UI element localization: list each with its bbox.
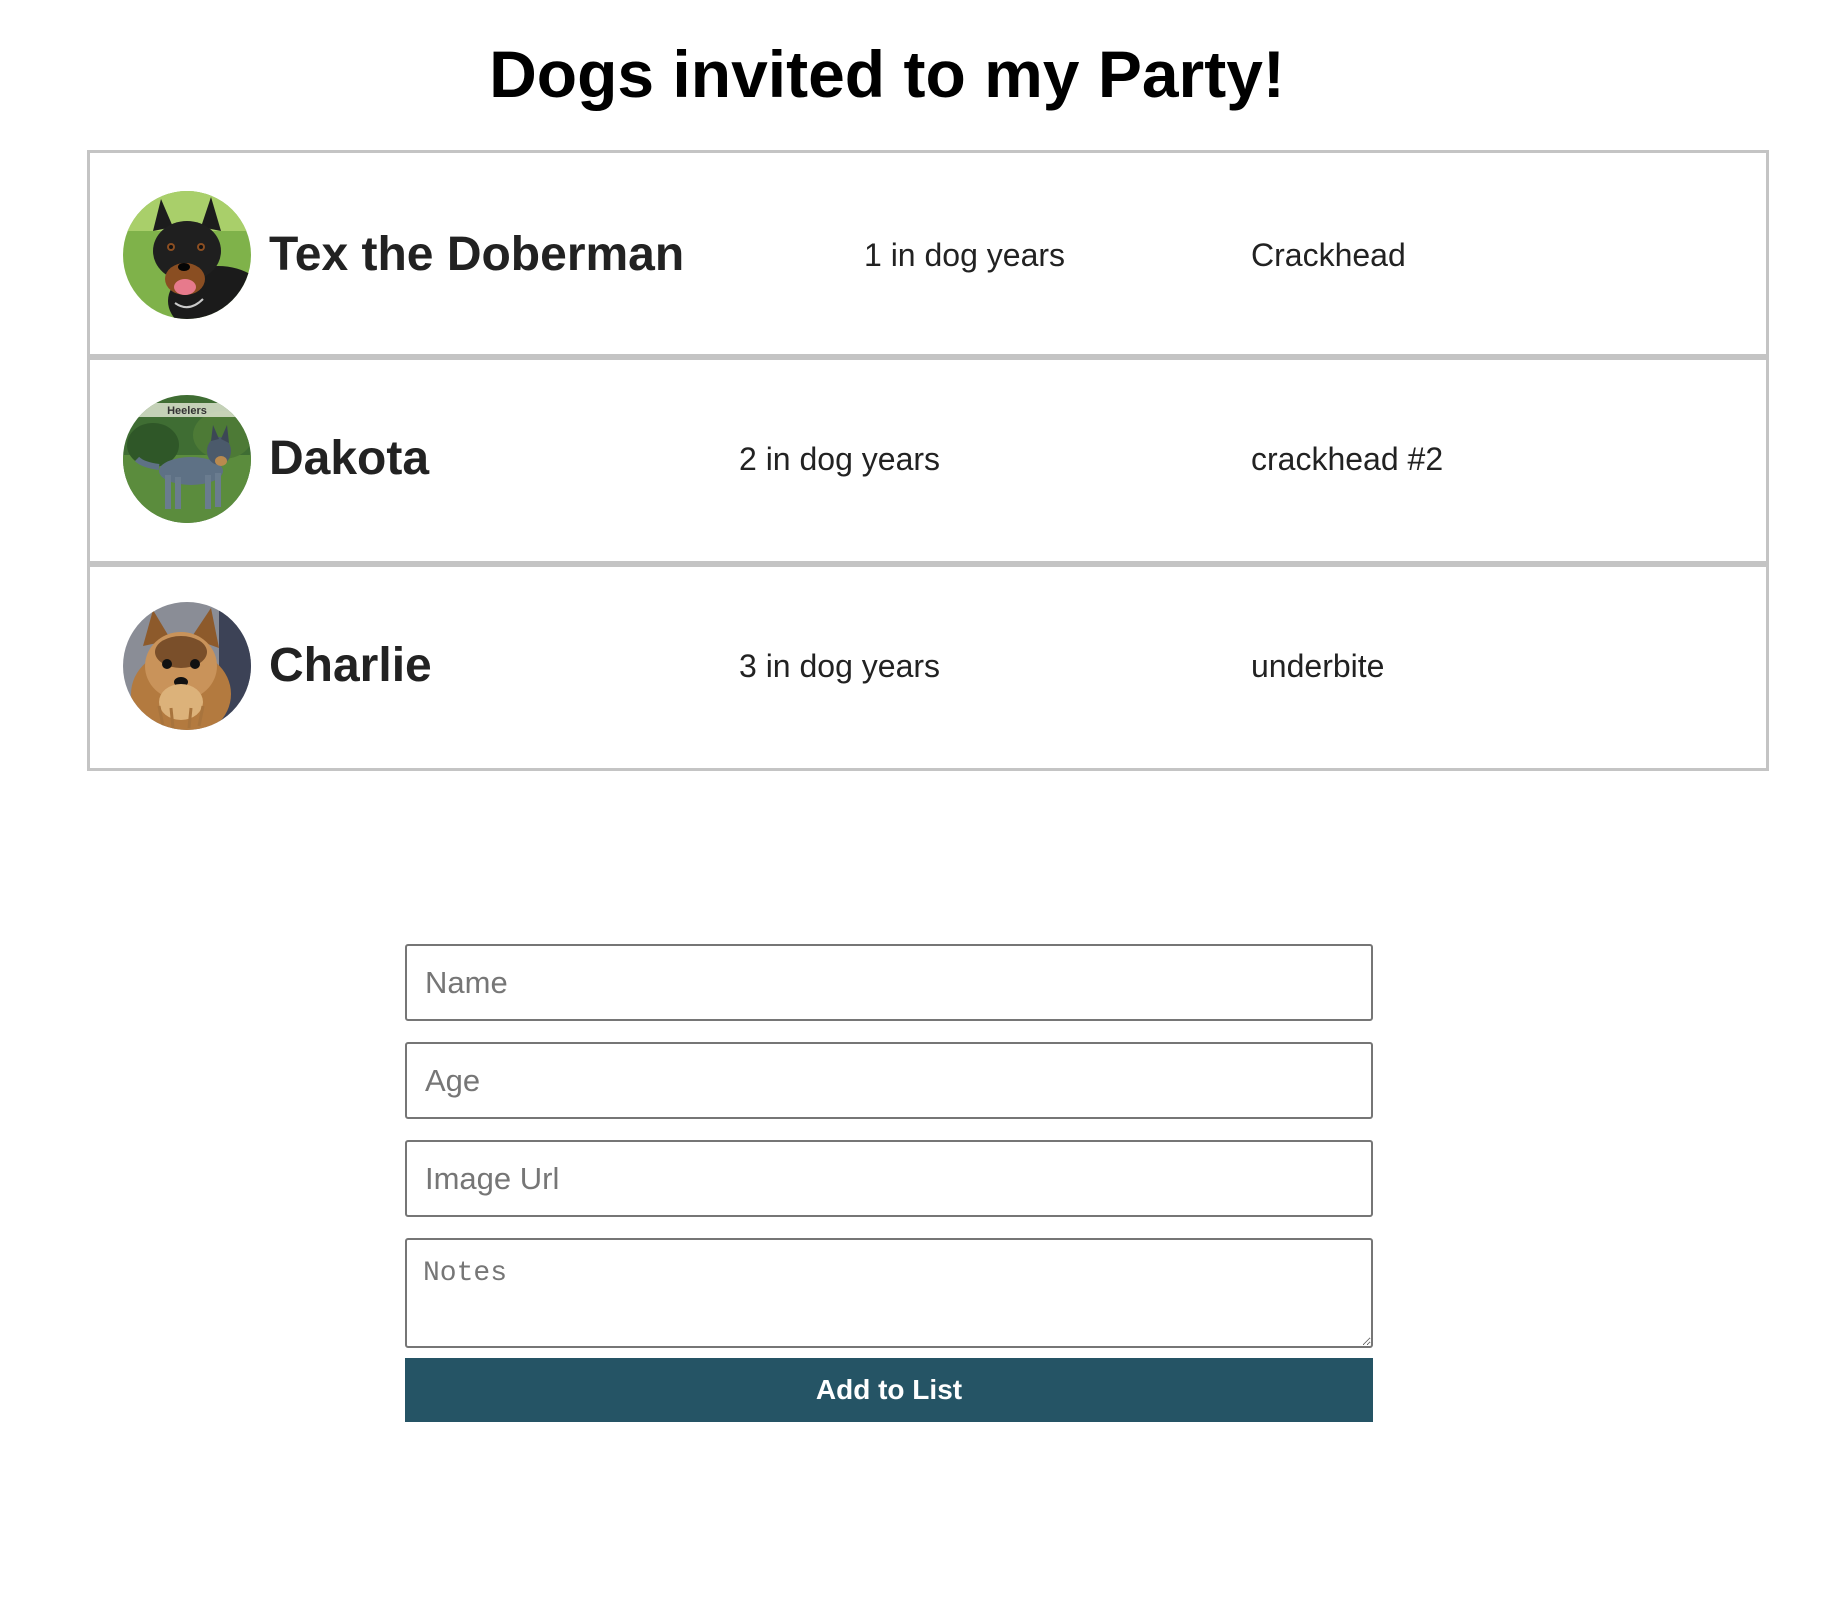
dog-note: underbite (1251, 648, 1385, 684)
add-dog-form: Add to List (405, 944, 1373, 1422)
doberman-photo (123, 191, 251, 319)
name-input[interactable] (405, 944, 1373, 1021)
dog-age: 2 in dog years (739, 441, 941, 477)
dog-list-item: Charlie 3 in dog years underbite (87, 561, 1769, 771)
image-url-input[interactable] (405, 1140, 1373, 1217)
dog-list-item: Heelers Dakota 2 in dog years crackhead … (87, 354, 1769, 564)
notes-textarea[interactable] (405, 1238, 1373, 1348)
photo-caption: Heelers (167, 405, 207, 417)
heeler-photo: Heelers (123, 395, 251, 523)
dog-name: Dakota (269, 432, 430, 485)
dog-avatar: Heelers (123, 395, 251, 523)
age-input[interactable] (405, 1042, 1373, 1119)
dog-age: 3 in dog years (739, 648, 941, 684)
yorkie-photo (123, 602, 251, 730)
dog-name: Charlie (269, 639, 432, 692)
dog-note: Crackhead (1251, 237, 1406, 273)
dog-note: crackhead #2 (1251, 441, 1444, 477)
dog-list-item: Tex the Doberman 1 in dog years Crackhea… (87, 150, 1769, 357)
add-to-list-button[interactable]: Add to List (405, 1358, 1373, 1422)
dog-list: Tex the Doberman 1 in dog years Crackhea… (87, 150, 1769, 771)
dog-age: 1 in dog years (864, 237, 1066, 273)
dog-avatar (123, 191, 251, 319)
dog-avatar (123, 602, 251, 730)
page-title: Dogs invited to my Party! (489, 37, 1285, 111)
dog-name: Tex the Doberman (269, 228, 685, 281)
